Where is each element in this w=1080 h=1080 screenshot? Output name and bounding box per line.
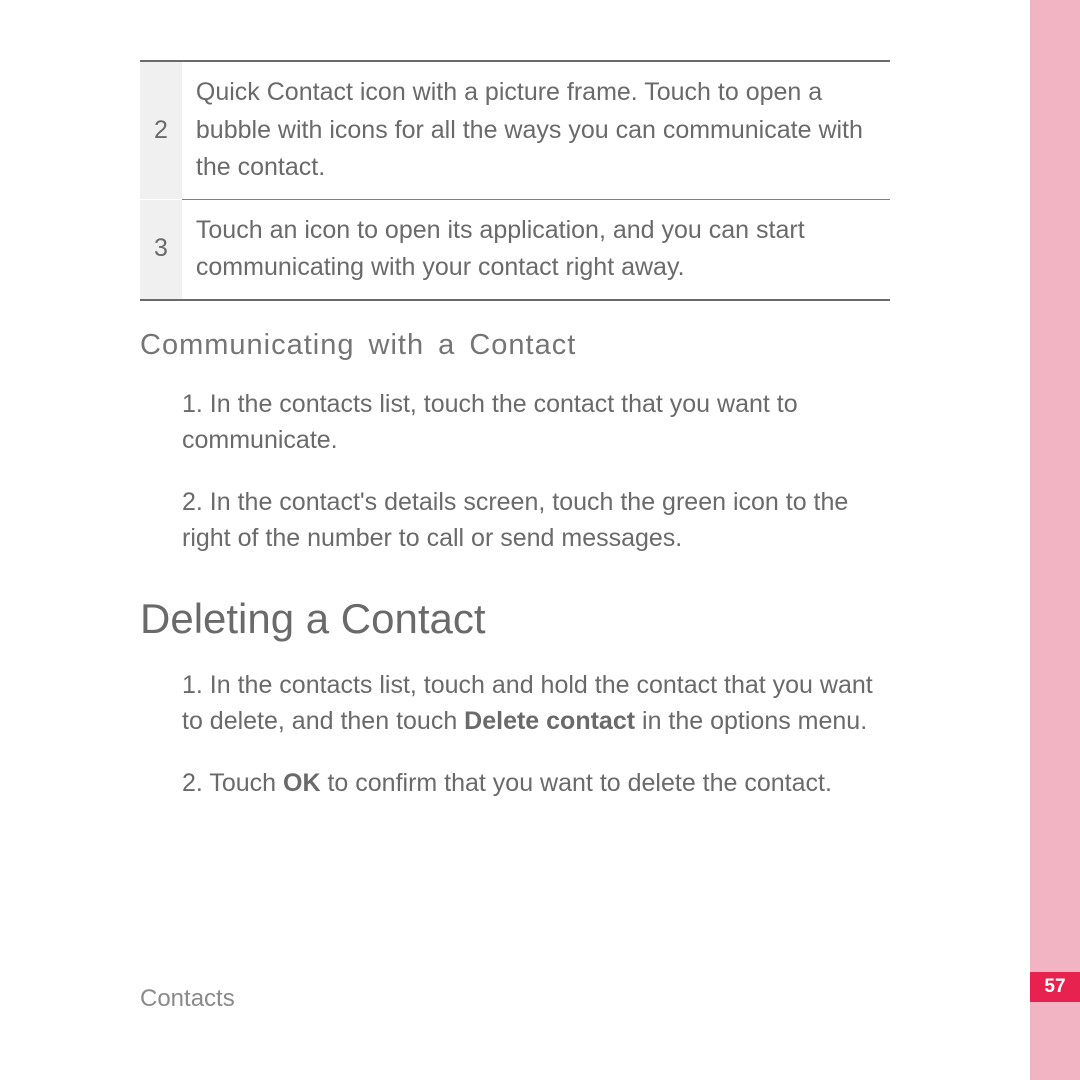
table-row-number: 2	[140, 61, 182, 199]
step-text-after: in the options menu.	[635, 707, 867, 735]
step-text-bold: OK	[283, 769, 321, 797]
step-text-after: to confirm that you want to delete the c…	[321, 769, 832, 797]
deleting-steps: 1. In the contacts list, touch and hold …	[182, 667, 890, 802]
table-row-number: 3	[140, 199, 182, 300]
footer-section-label: Contacts	[140, 985, 235, 1013]
step-prefix: 1.	[182, 390, 210, 418]
heading-deleting: Deleting a Contact	[140, 595, 890, 643]
list-item: 2. In the contact's details screen, touc…	[182, 484, 890, 557]
info-table: 2 Quick Contact icon with a picture fram…	[140, 60, 890, 301]
list-item: 2. Touch OK to confirm that you want to …	[182, 765, 890, 801]
list-item: 1. In the contacts list, touch the conta…	[182, 386, 890, 459]
page-number: 57	[1030, 972, 1080, 1002]
step-text-before: Touch	[209, 769, 283, 797]
list-item: 1. In the contacts list, touch and hold …	[182, 667, 890, 740]
step-text: In the contact's details screen, touch t…	[182, 488, 848, 552]
step-prefix: 2.	[182, 488, 210, 516]
step-prefix: 1.	[182, 671, 210, 699]
document-page: 2 Quick Contact icon with a picture fram…	[0, 0, 1030, 1080]
subheading-communicating: Communicating with a Contact	[140, 329, 890, 362]
step-text-bold: Delete contact	[464, 707, 635, 735]
step-text: In the contacts list, touch the contact …	[182, 390, 798, 454]
table-row-text: Touch an icon to open its application, a…	[182, 199, 890, 300]
table-row-text: Quick Contact icon with a picture frame.…	[182, 61, 890, 199]
table-row: 2 Quick Contact icon with a picture fram…	[140, 61, 890, 199]
table-row: 3 Touch an icon to open its application,…	[140, 199, 890, 300]
side-stripe	[1030, 0, 1080, 1080]
step-prefix: 2.	[182, 769, 209, 797]
communicating-steps: 1. In the contacts list, touch the conta…	[182, 386, 890, 557]
